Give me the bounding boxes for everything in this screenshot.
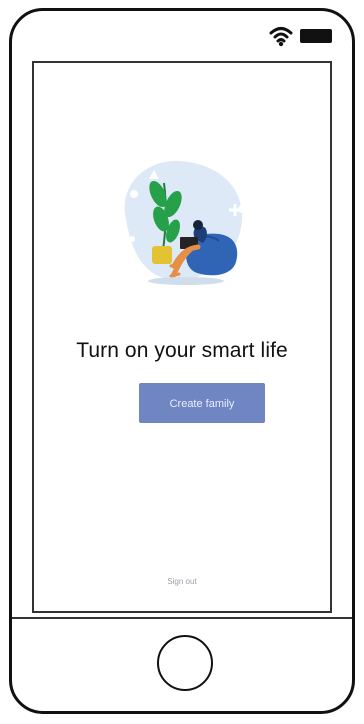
wifi-icon — [269, 27, 293, 47]
battery-icon — [300, 29, 332, 43]
sign-out-link[interactable]: Sign out — [34, 577, 330, 586]
create-family-button[interactable]: Create family — [139, 383, 265, 423]
smart-life-illustration — [124, 159, 246, 285]
app-screen: Turn on your smart life Create family Si… — [32, 61, 332, 613]
phone-frame: Turn on your smart life Create family Si… — [9, 8, 355, 714]
home-button-icon[interactable] — [157, 635, 213, 691]
onboarding-headline: Turn on your smart life — [76, 339, 288, 362]
status-bar — [12, 11, 352, 61]
